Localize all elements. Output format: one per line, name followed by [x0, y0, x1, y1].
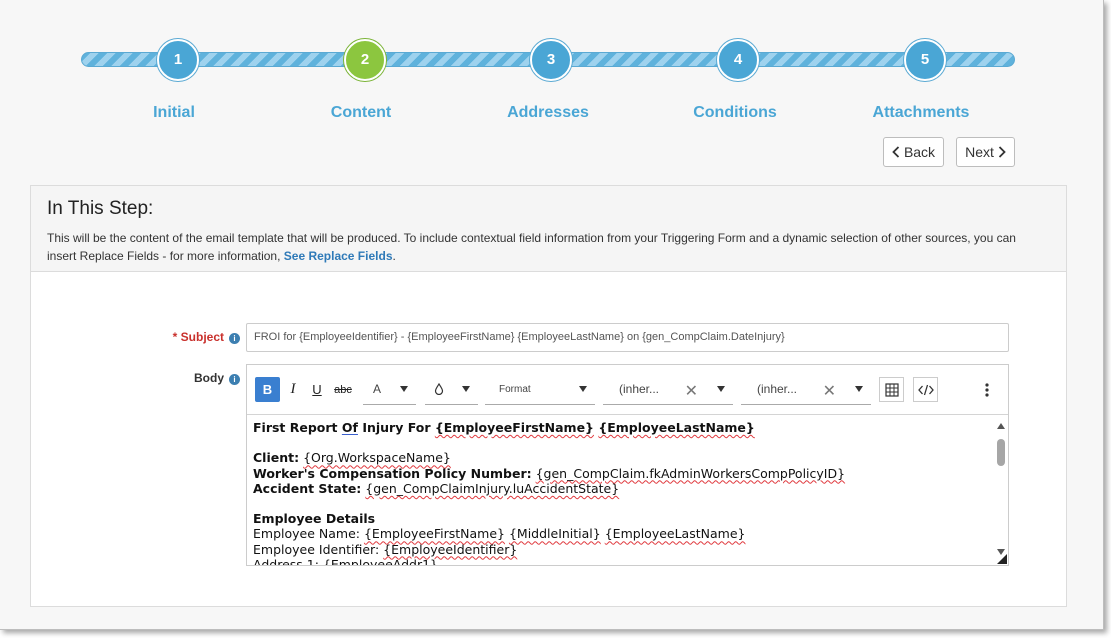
employee-id-label: Employee Identifier: [253, 541, 380, 557]
table-button[interactable] [879, 377, 904, 402]
step-1-label[interactable]: Initial [104, 104, 244, 122]
strikethrough-button[interactable]: abc [330, 377, 356, 402]
font-color-dropdown[interactable]: A [363, 374, 416, 405]
source-code-button[interactable] [913, 377, 938, 402]
chevron-down-icon [717, 386, 725, 392]
employee-details-heading: Employee Details [253, 511, 376, 527]
editor-content[interactable]: First Report Of Injury For {EmployeeFirs… [247, 416, 995, 565]
editor-toolbar: B I U abc A Format (inher... ✕ (inher...… [247, 365, 1008, 415]
step-2-circle[interactable]: 2 [344, 39, 386, 81]
heading-text: First Report [253, 420, 342, 435]
employee-last-field: {EmployeeLastName} [604, 526, 746, 542]
body-label-text: Body [194, 371, 224, 385]
ink-drop-icon [434, 383, 444, 395]
in-this-step-panel: In This Step: This will be the content o… [31, 186, 1066, 272]
step-1-circle[interactable]: 1 [157, 39, 199, 81]
underline-button[interactable]: U [306, 377, 328, 402]
policy-field: {gen_CompClaim.fkAdminWorkersCompPolicyI… [535, 465, 846, 481]
subject-input[interactable]: FROI for {EmployeeIdentifier} - {Employe… [246, 323, 1009, 352]
step-3-circle[interactable]: 3 [530, 39, 572, 81]
state-line: Accident State: {gen_CompClaimInjury.luA… [253, 481, 989, 496]
next-button-label: Next [965, 144, 994, 160]
chevron-down-icon [400, 386, 408, 392]
address-label: Address 1: [253, 556, 319, 565]
clear-icon[interactable]: ✕ [685, 381, 698, 401]
employee-id-line: Employee Identifier: {EmployeeIdentifier… [253, 542, 989, 557]
scroll-thumb[interactable] [997, 439, 1005, 466]
italic-button[interactable]: I [282, 377, 304, 402]
employee-name-label: Employee Name: [253, 526, 360, 542]
employee-middle-field: {MiddleInitial} [508, 526, 601, 542]
code-icon [917, 384, 934, 395]
content-step-card: In This Step: This will be the content o… [30, 185, 1067, 607]
font-family-value: (inher... [619, 382, 660, 396]
back-button-label: Back [903, 144, 936, 160]
address-field: {EmployeeAddr1} [322, 556, 439, 565]
step-4-circle[interactable]: 4 [717, 39, 759, 81]
body-heading: First Report Of Injury For {EmployeeFirs… [253, 420, 989, 435]
chevron-down-icon [855, 386, 863, 392]
subject-label: * Subject i [141, 330, 240, 344]
heading-first-field: {EmployeeFirstName} [434, 420, 594, 435]
policy-label: Worker's Compensation Policy Number: [253, 465, 532, 481]
subject-label-text: Subject [180, 330, 224, 344]
chevron-left-icon [892, 146, 900, 158]
step-info-text: This will be the content of the email te… [47, 231, 1016, 263]
format-dropdown[interactable]: Format [485, 374, 595, 405]
clear-icon[interactable]: ✕ [823, 381, 836, 401]
back-button[interactable]: Back [883, 137, 944, 167]
chevron-down-icon [579, 386, 587, 392]
step-3-label[interactable]: Addresses [478, 104, 618, 122]
employee-first-field: {EmployeeFirstName} [363, 526, 505, 542]
heading-of: Of [341, 420, 358, 435]
next-button[interactable]: Next [956, 137, 1015, 167]
client-line: Client: {Org.WorkspaceName} [253, 450, 989, 465]
scroll-up-icon[interactable] [997, 423, 1005, 429]
highlight-color-dropdown[interactable] [425, 374, 478, 405]
employee-id-field: {EmployeeIdentifier} [383, 541, 518, 557]
chevron-down-icon [462, 386, 470, 392]
font-size-value: (inher... [757, 382, 798, 396]
step-5-label[interactable]: Attachments [851, 104, 991, 122]
font-color-label: A [373, 382, 382, 396]
heading-last-field: {EmployeeLastName} [598, 420, 755, 435]
resize-handle-icon[interactable] [997, 554, 1007, 564]
font-family-dropdown[interactable]: (inher... ✕ [603, 374, 733, 405]
table-icon [884, 382, 899, 397]
step-info-title: In This Step: [47, 198, 154, 219]
body-rich-text-editor[interactable]: B I U abc A Format (inher... ✕ (inher...… [246, 364, 1009, 566]
heading-text: Injury For [357, 420, 435, 435]
step-5-circle[interactable]: 5 [904, 39, 946, 81]
info-icon[interactable]: i [229, 374, 240, 385]
see-replace-fields-link[interactable]: See Replace Fields [284, 249, 393, 263]
step-info-description: This will be the content of the email te… [47, 229, 1047, 265]
wizard-window: 1 2 3 4 5 Initial Content Addresses Cond… [0, 0, 1104, 630]
body-label: Body i [141, 371, 240, 385]
client-field: {Org.WorkspaceName} [303, 450, 451, 466]
client-label: Client: [253, 450, 300, 466]
info-icon[interactable]: i [229, 333, 240, 344]
state-label: Accident State: [253, 480, 362, 496]
state-field: {gen_CompClaimInjury.luAccidentState} [365, 480, 620, 496]
step-4-label[interactable]: Conditions [665, 104, 805, 122]
format-label: Format [499, 383, 531, 395]
chevron-right-icon [998, 146, 1006, 158]
address-line: Address 1: {EmployeeAddr1} [253, 557, 989, 565]
more-options-button[interactable] [977, 377, 997, 402]
editor-scrollbar[interactable] [994, 416, 1008, 565]
bold-button[interactable]: B [255, 377, 280, 402]
policy-line: Worker's Compensation Policy Number: {ge… [253, 466, 989, 481]
employee-name-line: Employee Name: {EmployeeFirstName} {Midd… [253, 526, 989, 541]
step-info-suffix: . [392, 249, 396, 263]
step-2-label[interactable]: Content [291, 104, 431, 122]
font-size-dropdown[interactable]: (inher... ✕ [741, 374, 871, 405]
more-vertical-icon [985, 382, 989, 397]
required-marker: * [172, 330, 178, 344]
